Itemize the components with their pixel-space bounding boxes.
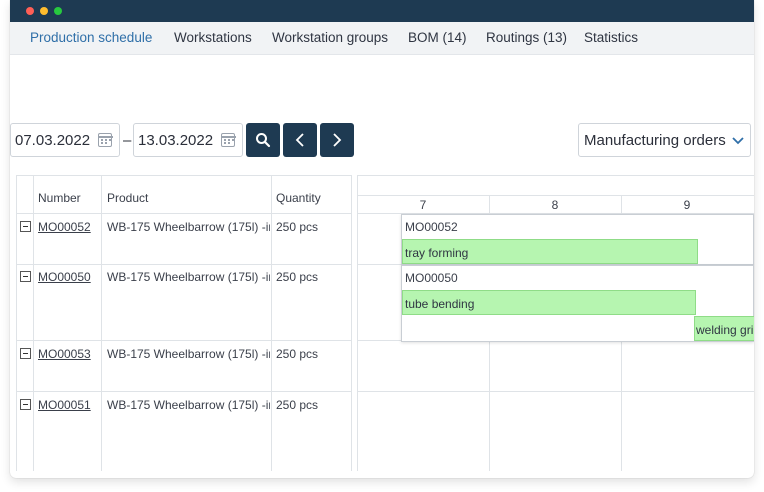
tab-workstations[interactable]: Workstations (174, 30, 252, 45)
day-label: 9 (683, 198, 691, 212)
collapse-icon[interactable] (20, 348, 31, 359)
maximize-dot-icon[interactable] (54, 7, 62, 15)
order-card[interactable]: MO00050 tube bending welding grip (401, 265, 754, 342)
schedule-toolbar: 07.03.2022 – 13.03.2022 Manufacturing or… (10, 123, 754, 159)
next-period-button[interactable] (320, 123, 354, 157)
product-name: WB-175 Wheelbarrow (175l) -inspi (107, 347, 270, 361)
chevron-down-icon (732, 137, 744, 145)
date-from-input[interactable]: 07.03.2022 (10, 123, 120, 157)
table-border (16, 176, 17, 471)
tab-routings[interactable]: Routings (13) (486, 30, 567, 45)
minimize-dot-icon[interactable] (40, 7, 48, 15)
column-divider (351, 176, 352, 471)
chevron-right-icon (333, 133, 342, 147)
date-from-value: 07.03.2022 (15, 132, 91, 149)
search-button[interactable] (246, 123, 280, 157)
order-number-link[interactable]: MO00051 (38, 398, 91, 412)
chevron-left-icon (295, 133, 304, 147)
day-label: 7 (419, 198, 427, 212)
app-window: Production schedule Workstations Worksta… (10, 0, 754, 478)
date-to-value: 13.03.2022 (138, 132, 214, 149)
title-bar (10, 0, 754, 22)
quantity-value: 250 pcs (276, 398, 319, 412)
view-select[interactable]: Manufacturing orders (578, 123, 751, 157)
view-select-value: Manufacturing orders (584, 132, 726, 149)
quantity-value: 250 pcs (276, 220, 319, 234)
row-divider (16, 340, 352, 341)
order-card-title: MO00050 (405, 271, 458, 285)
tab-production-schedule[interactable]: Production schedule (30, 30, 152, 45)
gantt-timeline: 7 8 9 MO00052 tray forming MO00050 tube … (357, 175, 754, 471)
order-number-link[interactable]: MO00050 (38, 270, 91, 284)
tab-statistics[interactable]: Statistics (584, 30, 638, 45)
column-header-number[interactable]: Number (38, 191, 81, 205)
column-divider (101, 176, 102, 471)
operation-bar[interactable]: tube bending (402, 290, 696, 315)
column-header-quantity[interactable]: Quantity (276, 191, 321, 205)
column-divider (271, 176, 272, 471)
order-card-title: MO00052 (405, 220, 458, 234)
operation-bar[interactable]: welding grip (694, 316, 754, 341)
order-number-link[interactable]: MO00052 (38, 220, 91, 234)
tab-bar: Production schedule Workstations Worksta… (10, 22, 754, 55)
date-to-input[interactable]: 13.03.2022 (133, 123, 243, 157)
close-dot-icon[interactable] (26, 7, 34, 15)
collapse-icon[interactable] (20, 399, 31, 410)
row-divider (16, 391, 352, 392)
orders-table: Number Product Quantity MO00052 WB-175 W… (16, 175, 352, 471)
day-divider (357, 176, 358, 471)
operation-bar[interactable]: tray forming (402, 239, 698, 264)
calendar-icon[interactable] (220, 133, 236, 147)
product-name: WB-175 Wheelbarrow (175l) -inspi (107, 398, 270, 412)
quantity-value: 250 pcs (276, 270, 319, 284)
column-divider (33, 176, 34, 471)
timeline-header-divider (357, 195, 754, 196)
column-header-product[interactable]: Product (107, 191, 148, 205)
row-divider (357, 391, 754, 392)
schedule-grid: Number Product Quantity MO00052 WB-175 W… (16, 175, 754, 471)
row-divider (16, 264, 352, 265)
collapse-icon[interactable] (20, 221, 31, 232)
order-number-link[interactable]: MO00053 (38, 347, 91, 361)
tab-workstation-groups[interactable]: Workstation groups (272, 30, 388, 45)
order-card[interactable]: MO00052 tray forming (401, 214, 754, 265)
collapse-icon[interactable] (20, 271, 31, 282)
row-divider (16, 213, 352, 214)
product-name: WB-175 Wheelbarrow (175l) -inspi (107, 220, 270, 234)
date-separator: – (123, 132, 132, 149)
day-label: 8 (551, 198, 559, 212)
tab-bom[interactable]: BOM (14) (408, 30, 467, 45)
previous-period-button[interactable] (283, 123, 317, 157)
product-name: WB-175 Wheelbarrow (175l) -inspi (107, 270, 270, 284)
calendar-icon[interactable] (97, 133, 113, 147)
search-icon (256, 133, 271, 148)
quantity-value: 250 pcs (276, 347, 319, 361)
